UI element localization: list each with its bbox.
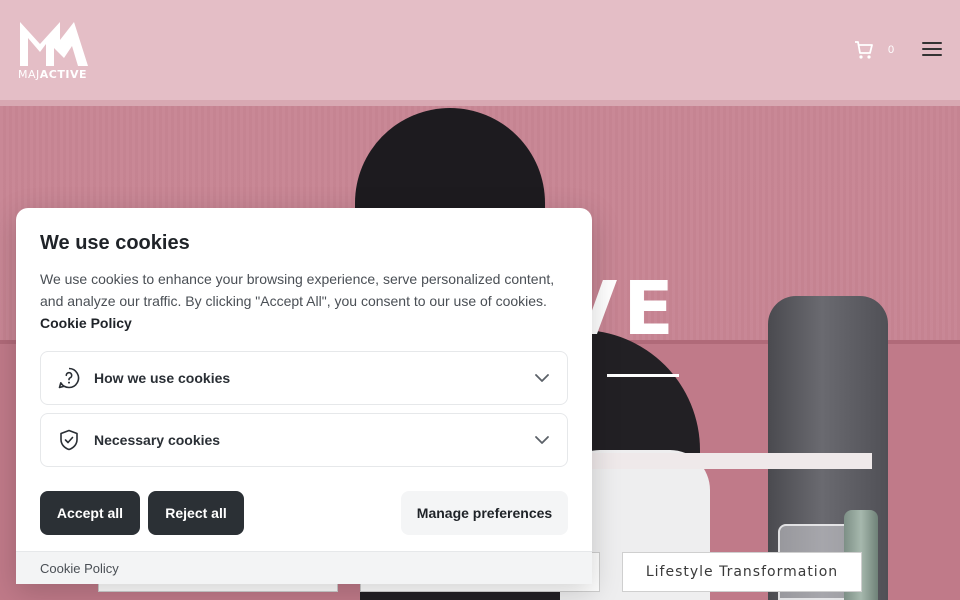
logo-mark-icon [20,22,88,66]
logo-text-light: MAJ [18,68,40,81]
accordion-necessary-cookies[interactable]: Necessary cookies [40,413,568,467]
cookie-consent-dialog: We use cookies We use cookies to enhance… [16,208,592,584]
chevron-down-icon [535,436,549,444]
accordion-label: Necessary cookies [94,432,221,448]
accept-all-button[interactable]: Accept all [40,491,140,535]
cart-icon[interactable] [854,40,876,62]
accordion-label: How we use cookies [94,370,231,386]
cookie-footer-policy-link[interactable]: Cookie Policy [40,561,119,576]
manage-preferences-button[interactable]: Manage preferences [401,491,568,535]
accordion-how-we-use-cookies[interactable]: How we use cookies [40,351,568,405]
reject-all-button[interactable]: Reject all [148,491,244,535]
cookie-policy-link[interactable]: Cookie Policy [40,312,570,334]
logo-text-bold: ACTIVE [39,68,87,81]
cart-count: 0 [888,44,895,56]
logo[interactable]: MAJACTIVE [18,18,90,84]
logo-wordmark: MAJACTIVE [18,68,87,81]
cookie-title: We use cookies [40,232,190,254]
hamburger-menu-icon[interactable] [922,42,942,60]
cookie-description-text: We use cookies to enhance your browsing … [40,271,555,309]
question-bubble-icon [58,367,80,389]
hero-divider [607,374,679,377]
hero-subtitle-bar [560,453,872,469]
hero-button-lifestyle[interactable]: Lifestyle Transformation [622,552,862,592]
wall [0,0,960,102]
cookie-description: We use cookies to enhance your browsing … [40,268,570,334]
cookie-footer: Cookie Policy [16,551,592,584]
chevron-down-icon [535,374,549,382]
shield-check-icon [60,429,78,451]
